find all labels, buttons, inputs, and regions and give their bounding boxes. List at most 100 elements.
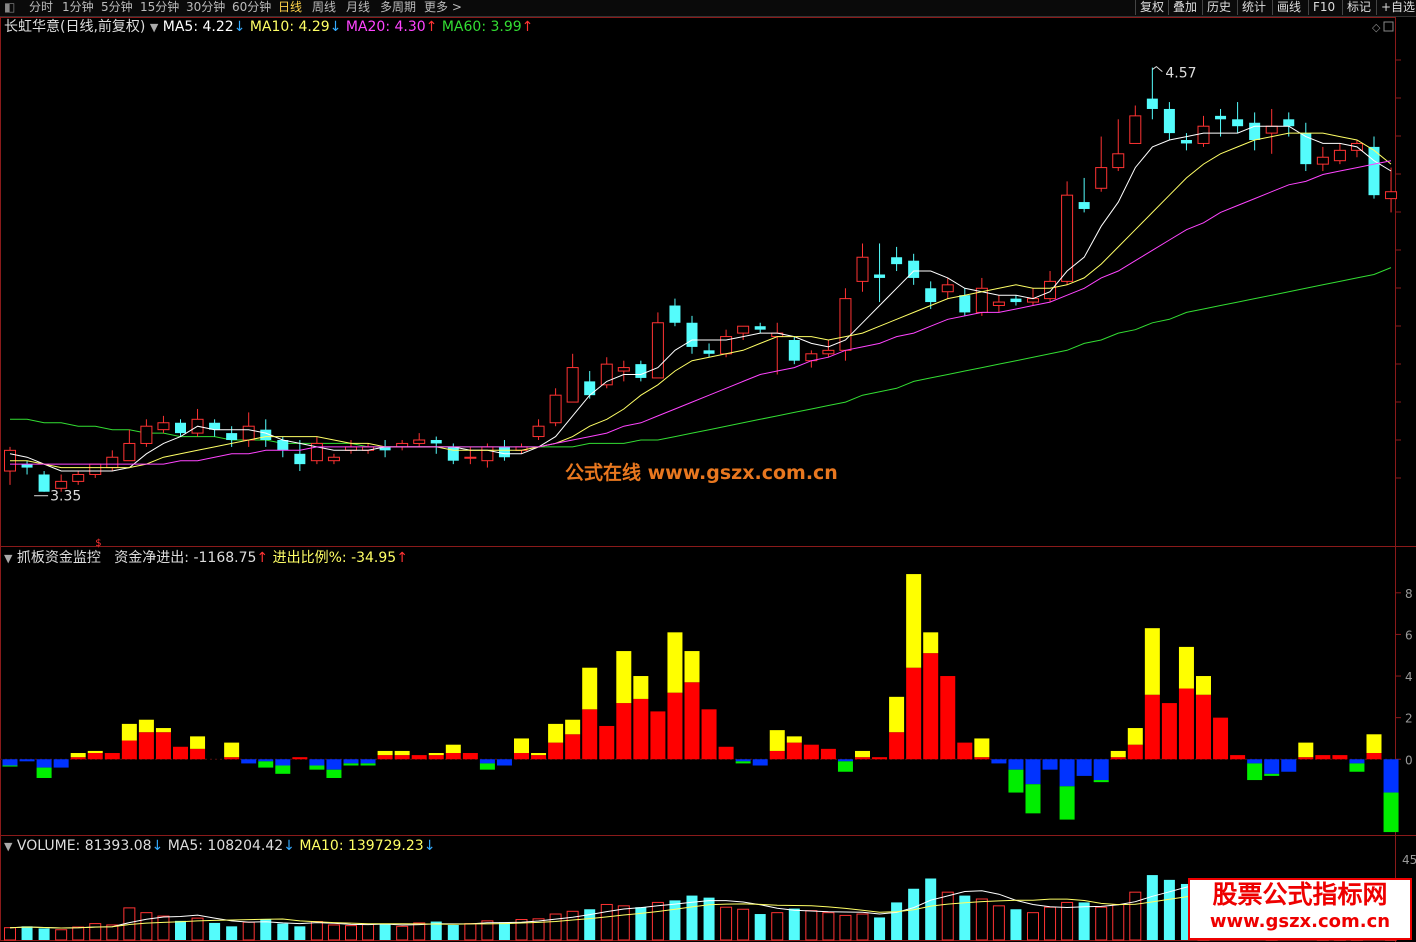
volume-bar <box>498 922 510 940</box>
fund-inflow-extra-bar <box>786 736 802 743</box>
volume-bar <box>788 908 800 940</box>
candle-body <box>464 456 477 459</box>
fund-inflow-bar <box>514 753 529 760</box>
volume-bar <box>21 926 33 940</box>
fund-bar <box>343 759 359 766</box>
fund-bar <box>1264 759 1280 776</box>
fund-axis-label: 0 <box>1405 753 1413 767</box>
fund-bar <box>241 759 257 764</box>
fund-bar <box>991 759 1007 764</box>
fund-outflow-bar <box>1247 759 1263 764</box>
fund-inflow-bar <box>599 725 615 760</box>
fund-axis-label: 8 <box>1405 587 1413 601</box>
ma5-line <box>9 125 1392 472</box>
corner-watermark: 股票公式指标网 www.gszx.com.cn <box>1188 878 1412 940</box>
fund-inflow-bar <box>582 709 598 760</box>
fund-inflow-bar <box>1298 757 1314 760</box>
volume-bar <box>874 917 886 940</box>
candle-body <box>992 301 1005 307</box>
candle-body <box>106 456 119 469</box>
candle-body <box>1385 191 1398 200</box>
fund-inflow-extra-bar <box>121 723 137 741</box>
fund-outflow-extra-bar <box>309 765 325 770</box>
volume-bar <box>635 907 647 940</box>
site-watermark: 公式在线 www.gszx.com.cn <box>565 462 838 484</box>
candles[interactable] <box>4 67 1398 492</box>
candle-body <box>1283 119 1295 127</box>
fund-inflow-bar <box>889 732 905 760</box>
fund-bar <box>548 723 564 760</box>
volume-bar <box>908 888 920 940</box>
candle-body <box>788 340 800 361</box>
candle-body <box>1316 156 1329 165</box>
candle-body <box>481 446 494 462</box>
candle-body <box>1044 280 1057 300</box>
fund-bars[interactable] <box>2 574 1399 833</box>
dividend-marker-icon: $ <box>95 538 101 549</box>
fund-bar <box>155 728 171 760</box>
candle <box>584 371 596 399</box>
candle <box>1265 108 1278 154</box>
candle <box>532 419 545 440</box>
volume-bar <box>925 878 937 940</box>
fund-outflow-extra-bar <box>1008 769 1024 793</box>
fund-inflow-extra-bar <box>190 736 206 749</box>
fund-inflow-extra-bar <box>548 723 564 743</box>
volume-axis-label: 45 <box>1402 853 1416 867</box>
fund-inflow-extra-bar <box>155 728 171 733</box>
fund-bar <box>19 759 35 762</box>
candle <box>822 340 835 358</box>
fund-inflow-extra-bar <box>565 719 581 735</box>
fund-inflow-bar <box>87 753 103 760</box>
candle <box>874 243 886 303</box>
candle-body <box>532 425 545 438</box>
fund-outflow-bar <box>326 759 342 770</box>
fund-bar <box>1383 759 1399 833</box>
fund-outflow-bar <box>1349 759 1365 764</box>
candle <box>123 429 136 462</box>
fund-bar <box>190 736 206 760</box>
fund-inflow-bar <box>616 703 632 760</box>
candle <box>1129 105 1142 144</box>
volume-bar <box>396 925 409 941</box>
fund-bar <box>667 632 683 760</box>
candle-body <box>1232 119 1244 127</box>
candle <box>327 453 340 465</box>
candle-body <box>959 295 971 313</box>
candle-body <box>737 325 750 334</box>
fund-outflow-extra-bar <box>36 767 52 778</box>
candle-body <box>1265 125 1278 134</box>
volume-bar <box>771 912 784 941</box>
fund-bar <box>36 759 52 778</box>
candle-body <box>1078 202 1090 209</box>
volume-bar <box>1129 891 1142 941</box>
fund-inflow-bar <box>155 732 171 760</box>
candle <box>21 460 33 475</box>
volume-bar <box>617 905 630 941</box>
diamond-icon: ◇ <box>1372 21 1381 34</box>
candle-body <box>925 288 937 303</box>
fund-bar <box>889 696 905 760</box>
fund-inflow-bar <box>190 748 206 760</box>
volume-bar <box>345 925 357 941</box>
corner-watermark-url: www.gszx.com.cn <box>1209 911 1391 932</box>
fund-outflow-bar <box>837 759 853 762</box>
candle <box>1300 122 1312 172</box>
candle-body <box>1249 122 1261 140</box>
candle <box>925 281 937 309</box>
fund-bar <box>701 709 717 760</box>
fund-bar <box>377 750 393 760</box>
fund-outflow-extra-bar <box>1059 786 1075 820</box>
fund-bar <box>803 744 819 760</box>
fund-inflow-bar <box>565 734 581 760</box>
fund-outflow-extra-bar <box>343 763 359 766</box>
fund-bar <box>1247 759 1263 781</box>
fund-bar <box>411 755 427 760</box>
fund-inflow-bar <box>906 667 922 760</box>
fund-bar <box>1196 676 1211 760</box>
candle-body <box>277 440 289 451</box>
fund-bar <box>1008 759 1024 793</box>
candle <box>4 446 16 485</box>
fund-inflow-extra-bar <box>377 750 393 756</box>
volume-bar <box>1010 909 1022 940</box>
